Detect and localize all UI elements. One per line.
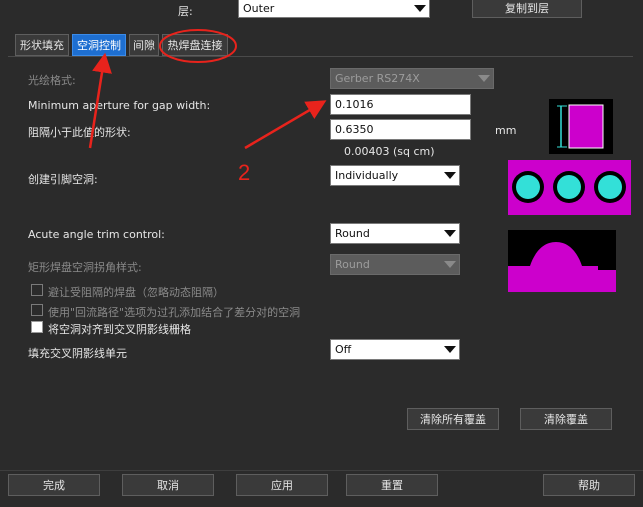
annotation-arrow-2 xyxy=(244,100,327,150)
annotation-overlay xyxy=(88,29,327,150)
annotation-arrow-1 xyxy=(88,52,112,149)
annotation-circle xyxy=(159,29,237,63)
annotation-marker-2: 2 xyxy=(238,160,251,185)
